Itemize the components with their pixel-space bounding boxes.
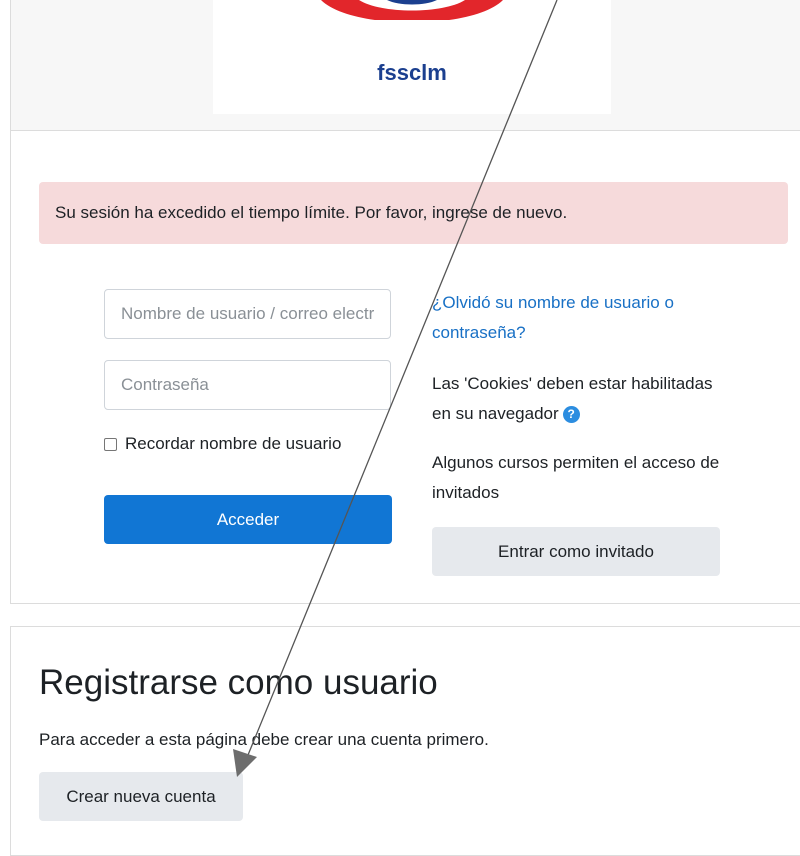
password-input[interactable] [104,360,391,410]
login-button[interactable]: Acceder [104,495,392,544]
remember-username-row[interactable]: Recordar nombre de usuario [104,434,341,454]
session-expired-alert: Su sesión ha excedido el tiempo límite. … [39,182,788,244]
guest-access-text: Algunos cursos permiten el acceso de inv… [432,453,720,502]
signup-description: Para acceder a esta página debe crear un… [39,730,489,749]
username-input[interactable] [104,289,391,339]
header-card: fssclm [10,0,800,131]
logo-text: fssclm [377,60,447,85]
forgot-credentials-link[interactable]: ¿Olvidó su nombre de usuario o contraseñ… [432,288,742,348]
remember-username-checkbox[interactable] [104,437,117,451]
remember-username-label[interactable]: Recordar nombre de usuario [125,434,341,454]
create-account-button[interactable]: Crear nueva cuenta [39,772,243,821]
lifebuoy-logo-icon [321,0,503,20]
login-card: Su sesión ha excedido el tiempo límite. … [10,130,800,604]
question-circle-icon[interactable]: ? [562,406,580,424]
guest-login-button[interactable]: Entrar como invitado [432,527,720,576]
site-logo: fssclm [213,0,611,114]
signup-title: Registrarse como usuario [39,663,438,702]
cookies-notice: Las 'Cookies' deben estar habilitadas en… [432,369,732,429]
signup-card: Registrarse como usuario Para acceder a … [10,626,800,856]
